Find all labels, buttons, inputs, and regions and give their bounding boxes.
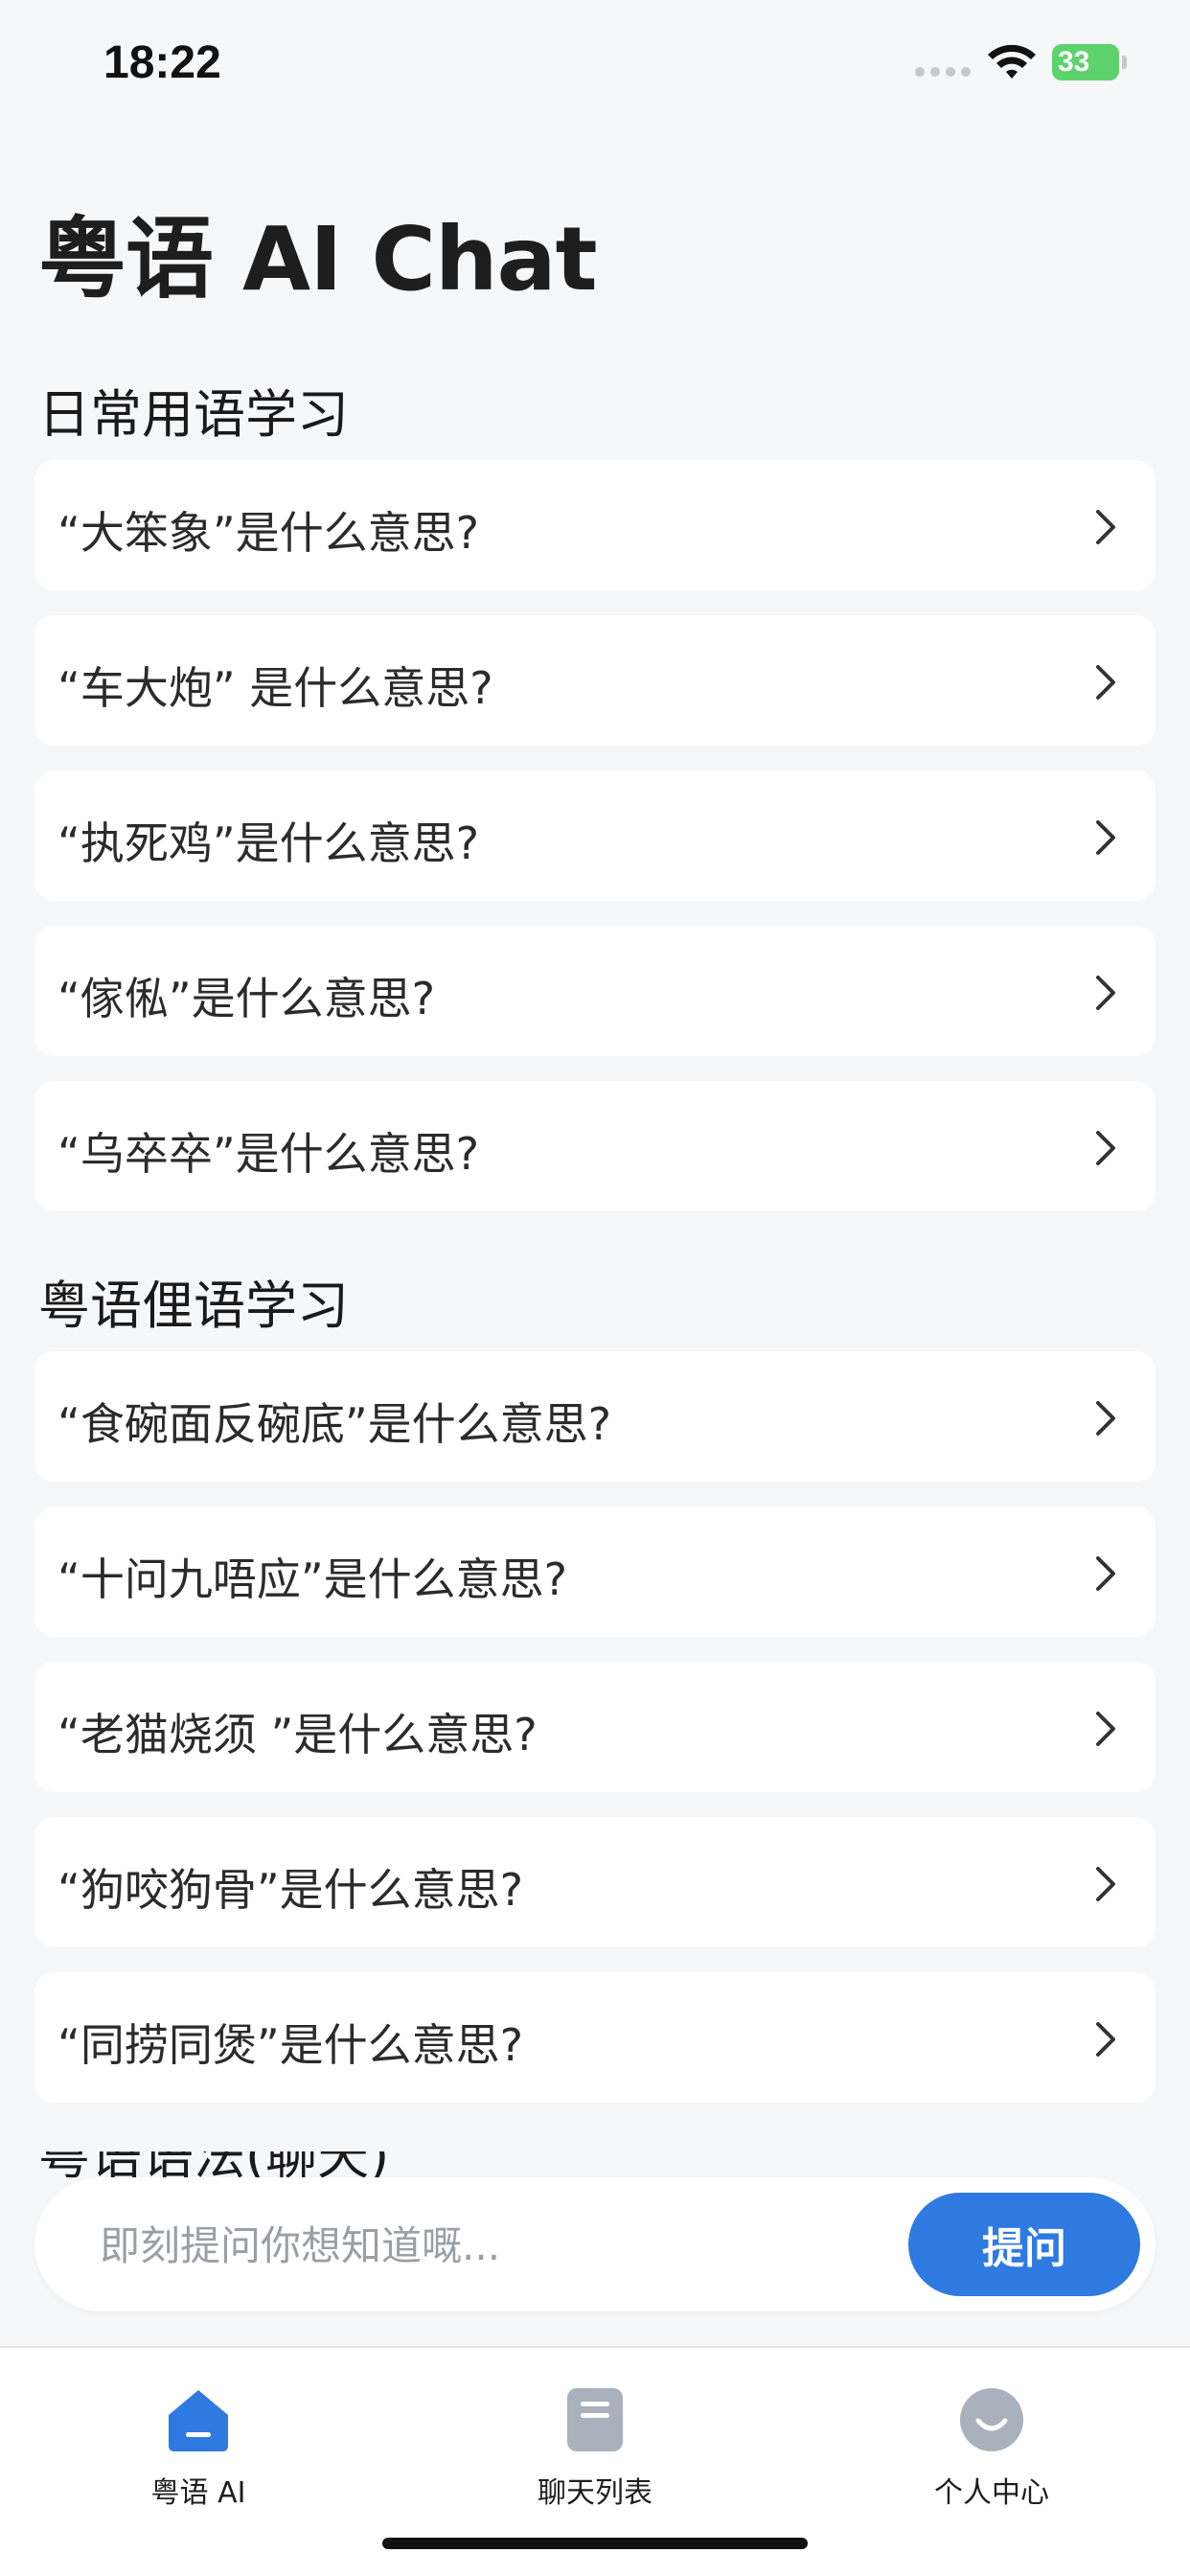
home-icon [169,2390,228,2451]
section-title-peek: 粤语语法(聊天) [38,2151,613,2180]
question-card[interactable]: “同捞同煲”是什么意思? [34,1972,1156,2103]
chevron-right-icon [1096,665,1115,700]
question-label: “十问九唔应”是什么意思? [57,1553,568,1605]
home-indicator [382,2538,808,2549]
question-card[interactable]: “傢俬”是什么意思? [34,926,1156,1056]
question-label: “食碗面反碗底”是什么意思? [57,1398,612,1450]
tab-chat-list[interactable]: 聊天列表 [451,2367,739,2511]
chevron-right-icon [1096,1712,1115,1746]
tab-label: 粤语 AI [150,2476,246,2510]
question-card[interactable]: “十问九唔应”是什么意思? [34,1506,1156,1637]
question-label: “大笨象”是什么意思? [57,507,480,559]
chevron-right-icon [1096,1556,1115,1591]
section-title-slang: 粤语俚语学习 [38,1276,349,1336]
chevron-right-icon [1096,1131,1115,1165]
cellular-signal-icon [915,67,971,79]
question-card[interactable]: “乌卒卒”是什么意思? [34,1081,1156,1211]
tab-profile[interactable]: 个人中心 [848,2367,1135,2511]
question-card[interactable]: “狗咬狗骨”是什么意思? [34,1817,1156,1947]
chevron-right-icon [1096,2022,1115,2057]
section-peek-label: 粤语语法(聊天) [38,2151,389,2180]
question-card[interactable]: “车大炮” 是什么意思? [34,615,1156,746]
tab-label: 个人中心 [934,2476,1049,2510]
question-input[interactable] [98,2206,887,2285]
ask-bar: 提问 [34,2177,1156,2312]
chevron-right-icon [1096,510,1115,544]
wifi-icon [988,44,1036,79]
battery-level: 33 [1052,44,1119,80]
question-label: “老猫烧须 ”是什么意思? [57,1709,538,1760]
question-label: “乌卒卒”是什么意思? [57,1128,480,1180]
question-label: “车大炮” 是什么意思? [57,662,493,714]
status-bar: 18:22 33 [0,0,1190,134]
battery-icon: 33 [1052,44,1129,82]
document-icon [567,2388,623,2451]
status-time: 18:22 [103,37,221,88]
chevron-right-icon [1096,820,1115,855]
tab-cantonese-ai[interactable]: 粤语 AI [55,2367,342,2511]
section-title-daily: 日常用语学习 [38,384,349,445]
ask-button[interactable]: 提问 [908,2193,1140,2296]
app-screen: 18:22 33 粤语 AI Chat 日常用语学习 “大笨象”是什么意思? “… [0,0,1190,2576]
chevron-right-icon [1096,976,1115,1010]
profile-face-icon [960,2388,1023,2451]
question-card[interactable]: “食碗面反碗底”是什么意思? [34,1351,1156,1482]
chevron-right-icon [1096,1867,1115,1901]
question-label: “同捞同煲”是什么意思? [57,2019,524,2071]
tab-label: 聊天列表 [538,2476,652,2510]
question-card[interactable]: “大笨象”是什么意思? [34,460,1156,590]
question-label: “执死鸡”是什么意思? [57,817,480,869]
page-title: 粤语 AI Chat [38,208,598,310]
question-label: “狗咬狗骨”是什么意思? [57,1864,524,1916]
chevron-right-icon [1096,1401,1115,1436]
question-label: “傢俬”是什么意思? [57,973,436,1024]
question-card[interactable]: “老猫烧须 ”是什么意思? [34,1662,1156,1792]
question-card[interactable]: “执死鸡”是什么意思? [34,770,1156,901]
